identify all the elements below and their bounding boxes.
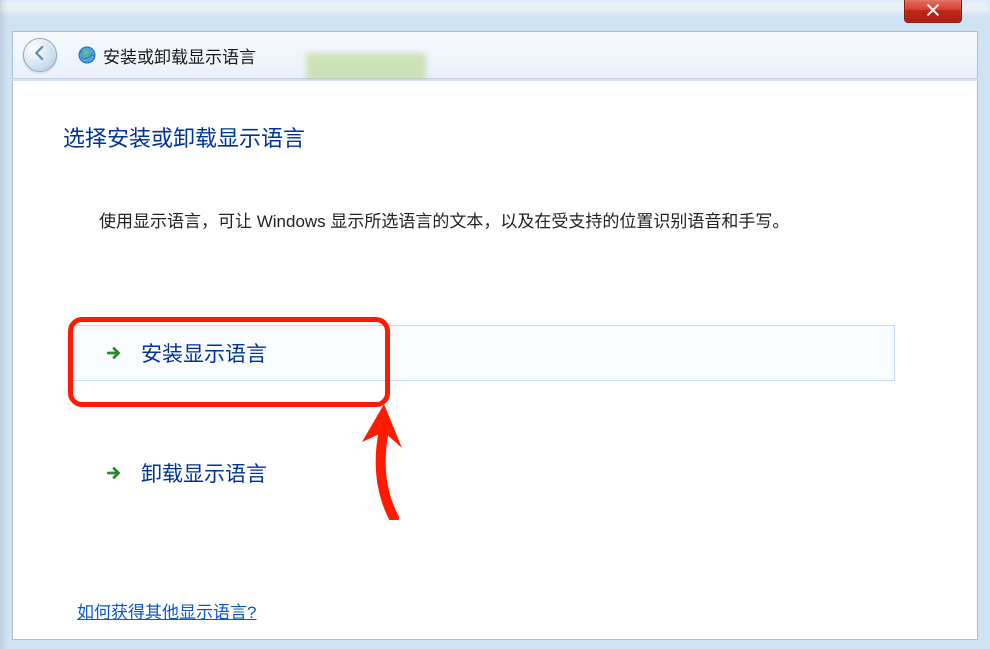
options-list: 安装显示语言 卸载显示语言 — [13, 325, 977, 501]
uninstall-option-label: 卸载显示语言 — [141, 458, 267, 488]
install-option-label: 安装显示语言 — [141, 338, 267, 368]
globe-icon — [77, 45, 97, 65]
close-button[interactable] — [904, 0, 962, 23]
page-heading: 选择安装或卸载显示语言 — [13, 81, 977, 153]
more-languages-link[interactable]: 如何获得其他显示语言? — [77, 598, 256, 623]
dialog-window: 安装或卸载显示语言 选择安装或卸载显示语言 使用显示语言，可让 Windows … — [0, 0, 990, 649]
arrow-right-icon — [105, 344, 123, 362]
back-arrow-icon — [31, 44, 49, 67]
install-language-option[interactable]: 安装显示语言 — [13, 325, 977, 381]
close-icon — [927, 7, 939, 19]
uninstall-language-option[interactable]: 卸载显示语言 — [13, 445, 977, 501]
option-gap — [13, 381, 977, 445]
content-panel: 选择安装或卸载显示语言 使用显示语言，可让 Windows 显示所选语言的文本，… — [12, 80, 978, 640]
background-window-hint — [306, 53, 426, 81]
titlebar-background — [0, 0, 990, 13]
window-title: 安装或卸载显示语言 — [103, 43, 256, 68]
back-button[interactable] — [23, 38, 57, 72]
toolbar: 安装或卸载显示语言 — [12, 31, 978, 79]
arrow-right-icon — [105, 464, 123, 482]
left-shadow — [0, 0, 8, 649]
page-description: 使用显示语言，可让 Windows 显示所选语言的文本，以及在受支持的位置识别语… — [13, 153, 977, 235]
